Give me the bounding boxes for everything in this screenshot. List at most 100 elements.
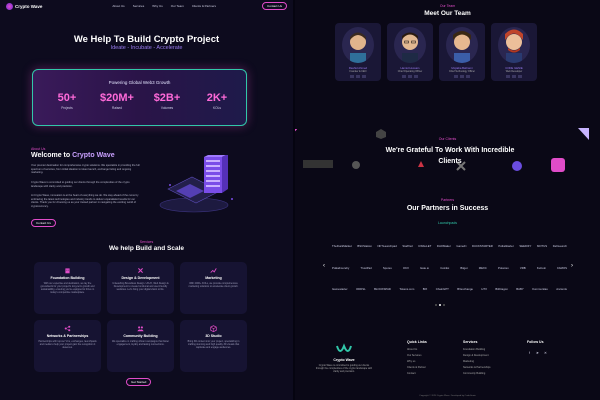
service-card-marketing[interactable]: Marketing With 2000+ KOLs, we provide co… [180, 262, 247, 314]
service-card-networks[interactable]: Networks & Partnerships Partnerships wit… [34, 320, 101, 372]
social-links [335, 75, 381, 78]
linkedin-icon[interactable] [414, 75, 418, 78]
service-card-foundation[interactable]: Foundation Building With our expertise a… [34, 262, 101, 314]
footer-quick-links-title: Quick Links [407, 340, 427, 344]
twitter-icon[interactable] [512, 75, 516, 78]
carousel-dot[interactable] [443, 304, 445, 306]
partner-row-1: TheDuckMarket BSCStation NFTLaunchpad St… [332, 244, 567, 248]
about-title-accent: Crypto Wave [72, 152, 115, 159]
about-paragraph-3: At Crypto Wave, innovation is at the hea… [31, 194, 139, 208]
partner-logo[interactable]: BIX [423, 287, 428, 291]
partner-logo[interactable]: BSCStation [357, 244, 371, 248]
about-contact-button[interactable]: Contact Us [31, 219, 56, 227]
partner-logo[interactable]: FAMOS [557, 266, 567, 270]
get-started-button[interactable]: Get Started [126, 378, 152, 386]
service-card-community[interactable]: Community Building We specialize in craf… [107, 320, 174, 372]
partner-logo[interactable]: VRB [520, 266, 526, 270]
social-links [387, 75, 433, 78]
partner-logo[interactable]: TrustPad [360, 266, 371, 270]
footer-link[interactable]: Why us [407, 360, 415, 363]
partner-logo[interactable]: Tokens.com [399, 287, 414, 291]
facebook-icon[interactable] [402, 75, 406, 78]
partner-logo[interactable]: StarPad [402, 244, 412, 248]
service-card-design[interactable]: Design & Development Unleashing Boundles… [107, 262, 174, 314]
partner-logo[interactable]: KuCoin [537, 266, 546, 270]
stat-value: 50+ [57, 92, 77, 104]
partner-logo[interactable]: CoinEx [440, 266, 449, 270]
nav-link-about[interactable]: About Us [112, 4, 124, 8]
partner-logo[interactable]: MOTUS [537, 244, 547, 248]
partner-logo[interactable]: Ancients [556, 287, 567, 291]
team-member-card[interactable]: Mojtaba Bahrami Chief Technology Officer [439, 23, 485, 81]
twitter-icon[interactable] [408, 75, 412, 78]
partner-logo[interactable]: BVexchange [457, 287, 473, 291]
partner-logo[interactable]: Gamestarter [332, 287, 348, 291]
partner-logo[interactable]: DefiLaunch [553, 244, 567, 248]
partner-logo[interactable]: Spores [383, 266, 392, 270]
carousel-next-arrow[interactable]: › [571, 263, 573, 269]
footer-service-link[interactable]: Foundation Building [463, 348, 485, 351]
nav-contact-button[interactable]: Contact Us [262, 2, 287, 10]
partner-logo[interactable]: DAOMaker [437, 244, 451, 248]
partner-logo[interactable]: HTX [481, 287, 487, 291]
telegram-icon[interactable]: ➤ [535, 351, 540, 356]
linkedin-icon[interactable] [518, 75, 522, 78]
partner-logo[interactable]: MEXC [479, 266, 487, 270]
partner-logo[interactable]: Bitget [460, 266, 467, 270]
team-member-card[interactable]: Rashid Ahmed Founder & CEO [335, 23, 381, 81]
partner-logo[interactable]: TheDuckMarket [332, 244, 352, 248]
footer-service-link[interactable]: Networks & Partnerships [463, 366, 491, 369]
team-member-card[interactable]: Hamid Hussain Chief Operating Officer [387, 23, 433, 81]
linkedin-icon[interactable] [362, 75, 366, 78]
service-card-3d-studio[interactable]: 3D Studio Bring 3D content into your pro… [180, 320, 247, 372]
facebook-icon[interactable] [350, 75, 354, 78]
facebook-icon[interactable]: f [527, 351, 532, 356]
twitter-icon[interactable] [460, 75, 464, 78]
partner-logo[interactable]: SEEDIFY [519, 244, 531, 248]
stat-value: $2B+ [153, 92, 181, 104]
service-card-desc: With 2000+ KOLs, we provide comprehensiv… [188, 282, 239, 289]
partner-logo[interactable]: DUCKSTARTER [472, 244, 493, 248]
partner-logo[interactable]: PolkaStarter [498, 244, 513, 248]
stat-projects: 50+ Projects [47, 92, 87, 110]
carousel-prev-arrow[interactable]: ‹ [323, 263, 325, 269]
nav-link-services[interactable]: Services [133, 4, 145, 8]
partner-logo[interactable]: Poloniex [498, 266, 509, 270]
service-card-title: Foundation Building [50, 276, 85, 280]
partner-logo[interactable]: Gate.io [420, 266, 429, 270]
partner-logo[interactable]: BitDragon [495, 287, 507, 291]
facebook-icon[interactable] [454, 75, 458, 78]
partner-logo[interactable]: CWALLET [418, 244, 431, 248]
partner-logo[interactable]: BLOCKSPAD [374, 287, 391, 291]
partner-logo[interactable]: ODDSL [356, 287, 366, 291]
partner-logo[interactable]: NFTLaunchpad [378, 244, 397, 248]
carousel-dot-active[interactable] [439, 304, 441, 306]
stat-label: Raised [112, 106, 122, 110]
partner-logo[interactable]: OKX [403, 266, 409, 270]
footer-link[interactable]: About Us [407, 348, 417, 351]
footer-link[interactable]: Our Services [407, 354, 421, 357]
nav-link-team[interactable]: Our Team [171, 4, 184, 8]
facebook-icon[interactable] [506, 75, 510, 78]
twitter-icon[interactable] [356, 75, 360, 78]
nav-link-clients[interactable]: Clients & Partners [192, 4, 216, 8]
partner-logo[interactable]: BABY [516, 287, 523, 291]
partner-logo[interactable]: Kommunitas [532, 287, 548, 291]
partner-logo[interactable]: GameFi [456, 244, 466, 248]
twitter-icon[interactable]: ✕ [543, 351, 548, 356]
footer-services-title: Services [463, 340, 478, 344]
linkedin-icon[interactable] [466, 75, 470, 78]
footer-link[interactable]: Clients & Partner [407, 366, 426, 369]
footer-service-link[interactable]: Marketing [463, 360, 474, 363]
partner-logo[interactable]: PolkaFoundry [332, 266, 349, 270]
partner-row-3: Gamestarter ODDSL BLOCKSPAD Tokens.com B… [332, 287, 567, 291]
carousel-dot[interactable] [435, 304, 437, 306]
nav-link-why-us[interactable]: Why Us [152, 4, 163, 8]
footer-service-link[interactable]: Community Building [463, 372, 485, 375]
footer-link[interactable]: Contact [407, 372, 416, 375]
team-member-card[interactable]: CODE GENIE Web Developer [491, 23, 537, 81]
brand-logo[interactable]: Crypto Wave [6, 2, 42, 10]
nav-links: About Us Services Why Us Our Team Client… [112, 4, 216, 8]
footer-service-link[interactable]: Design & Development [463, 354, 489, 357]
partner-logo[interactable]: ChainGPT [436, 287, 449, 291]
